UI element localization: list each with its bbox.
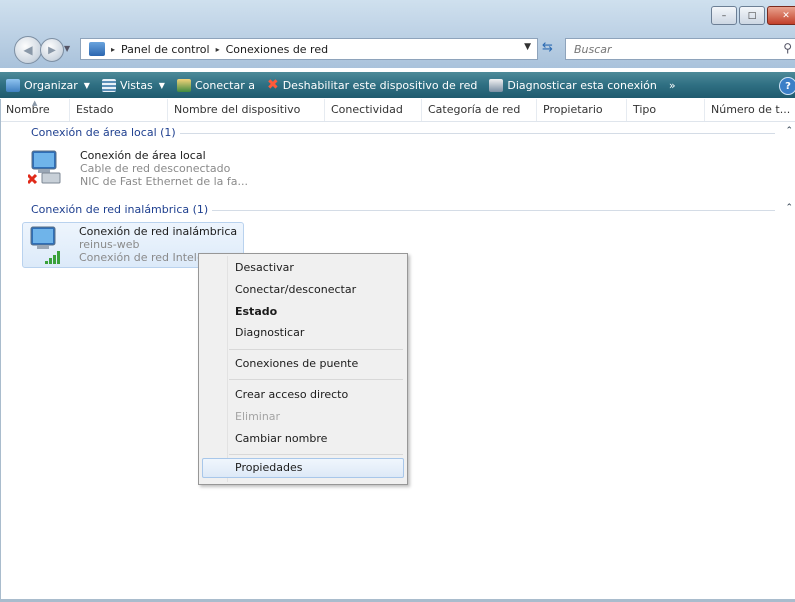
address-bar[interactable]: ▸ Panel de control ▸ Conexiones de red ▼ xyxy=(80,38,538,60)
close-button[interactable]: ✕ xyxy=(767,6,795,25)
search-box[interactable]: ⚲ xyxy=(565,38,795,60)
window-left-border xyxy=(0,99,1,599)
column-headers: Nombre Estado Nombre del dispositivo Con… xyxy=(0,99,795,122)
diagnose-label: Diagnosticar esta conexión xyxy=(507,78,657,92)
connect-icon xyxy=(176,78,191,92)
command-toolbar: Organizar ▼ Vistas ▼ Conectar a ✖ Deshab… xyxy=(0,72,795,98)
back-arrow-icon: ◀ xyxy=(23,43,33,57)
connection-device: NIC de Fast Ethernet de la fa... xyxy=(80,175,249,188)
menu-separator xyxy=(229,454,403,455)
collapse-group-icon[interactable]: ⌃ xyxy=(785,203,793,213)
group-label: Conexión de red inalámbrica (1) xyxy=(31,203,213,216)
forward-arrow-icon: ▶ xyxy=(48,44,56,56)
context-menu: Desactivar Conectar/desconectar Estado D… xyxy=(198,253,408,485)
menu-item-create-shortcut[interactable]: Crear acceso directo xyxy=(235,385,348,405)
menu-separator xyxy=(229,349,403,350)
menu-item-status[interactable]: Estado xyxy=(235,302,277,322)
group-divider xyxy=(200,210,775,211)
organize-label: Organizar xyxy=(24,78,78,92)
breadcrumb-network-connections[interactable]: Conexiones de red xyxy=(226,43,329,56)
group-divider xyxy=(150,133,775,134)
breadcrumb-separator-icon: ▸ xyxy=(111,44,116,54)
disable-device-button[interactable]: ✖ Deshabilitar este dispositivo de red xyxy=(261,72,483,98)
more-commands-button[interactable]: » xyxy=(663,72,682,98)
more-chevron-icon: » xyxy=(668,78,676,92)
maximize-button[interactable]: □ xyxy=(739,6,765,25)
connect-to-button[interactable]: Conectar a xyxy=(171,72,261,98)
explorer-window: – □ ✕ ◀ ▶ ▼ ▸ Panel de control ▸ Conexio… xyxy=(0,0,795,602)
menu-item-diagnose[interactable]: Diagnosticar xyxy=(235,323,304,343)
organize-icon xyxy=(6,78,20,92)
address-dropdown-icon[interactable]: ▼ xyxy=(524,42,531,52)
refresh-icon[interactable]: ⇆ xyxy=(542,40,553,55)
breadcrumb-separator-icon: ▸ xyxy=(215,44,220,54)
connection-name: Conexión de área local xyxy=(80,149,206,162)
menu-item-bridge-connections[interactable]: Conexiones de puente xyxy=(235,354,358,374)
menu-separator xyxy=(229,379,403,380)
column-header-network-category[interactable]: Categoría de red xyxy=(422,99,537,121)
collapse-group-icon[interactable]: ⌃ xyxy=(785,126,793,136)
search-icon[interactable]: ⚲ xyxy=(783,41,792,55)
connection-status: Cable de red desconectado xyxy=(80,162,231,175)
title-bar: – □ ✕ ◀ ▶ ▼ ▸ Panel de control ▸ Conexio… xyxy=(0,0,795,68)
column-header-owner[interactable]: Propietario xyxy=(537,99,627,121)
sort-indicator-icon: ▲ xyxy=(32,99,38,107)
views-label: Vistas xyxy=(119,78,153,92)
menu-gutter xyxy=(227,256,228,482)
disable-label: Deshabilitar este dispositivo de red xyxy=(282,78,478,92)
menu-item-properties[interactable]: Propiedades xyxy=(235,458,302,478)
network-adapter-icon xyxy=(28,150,61,185)
breadcrumb-control-panel[interactable]: Panel de control xyxy=(121,43,210,56)
wireless-adapter-icon xyxy=(30,226,60,264)
red-x-icon: ✖ xyxy=(266,77,279,93)
chevron-down-icon: ▼ xyxy=(83,80,90,90)
menu-item-connect-disconnect[interactable]: Conectar/desconectar xyxy=(235,280,356,300)
menu-item-rename[interactable]: Cambiar nombre xyxy=(235,429,327,449)
column-header-device-name[interactable]: Nombre del dispositivo xyxy=(168,99,325,121)
back-button[interactable]: ◀ xyxy=(14,36,42,64)
menu-item-deactivate[interactable]: Desactivar xyxy=(235,258,294,278)
views-icon xyxy=(101,78,116,92)
diagnose-button[interactable]: Diagnosticar esta conexión xyxy=(483,72,663,98)
chevron-down-icon: ▼ xyxy=(158,80,165,90)
group-header-wireless[interactable]: Conexión de red inalámbrica (1) ⌃ xyxy=(0,203,795,219)
recent-pages-dropdown-icon[interactable]: ▼ xyxy=(64,44,70,53)
organize-button[interactable]: Organizar ▼ xyxy=(0,72,96,98)
column-header-type[interactable]: Tipo xyxy=(627,99,705,121)
column-header-connectivity[interactable]: Conectividad xyxy=(325,99,422,121)
diagnose-icon xyxy=(489,78,504,92)
control-panel-icon xyxy=(89,42,105,56)
menu-hover-highlight xyxy=(202,458,404,478)
column-header-status[interactable]: Estado xyxy=(70,99,168,121)
minimize-button[interactable]: – xyxy=(711,6,737,25)
menu-item-delete: Eliminar xyxy=(235,410,281,423)
views-button[interactable]: Vistas ▼ xyxy=(96,72,171,98)
group-label: Conexión de área local (1) xyxy=(31,126,180,139)
search-input[interactable] xyxy=(572,41,776,57)
forward-button[interactable]: ▶ xyxy=(40,38,64,62)
connection-network: reinus-web xyxy=(79,238,140,251)
group-header-local-area[interactable]: Conexión de área local (1) ⌃ xyxy=(0,126,795,142)
breadcrumb: Panel de control ▸ Conexiones de red xyxy=(121,43,328,56)
column-header-phone-number[interactable]: Número de t... xyxy=(705,99,795,121)
connect-label: Conectar a xyxy=(194,78,255,92)
window-controls: – □ ✕ xyxy=(711,6,795,25)
connection-details: Conexión de área local Cable de red desc… xyxy=(80,149,248,188)
connection-item-local-area[interactable]: Conexión de área local Cable de red desc… xyxy=(24,147,248,191)
connection-name: Conexión de red inalámbrica xyxy=(79,225,238,238)
help-icon[interactable]: ? xyxy=(779,77,795,95)
